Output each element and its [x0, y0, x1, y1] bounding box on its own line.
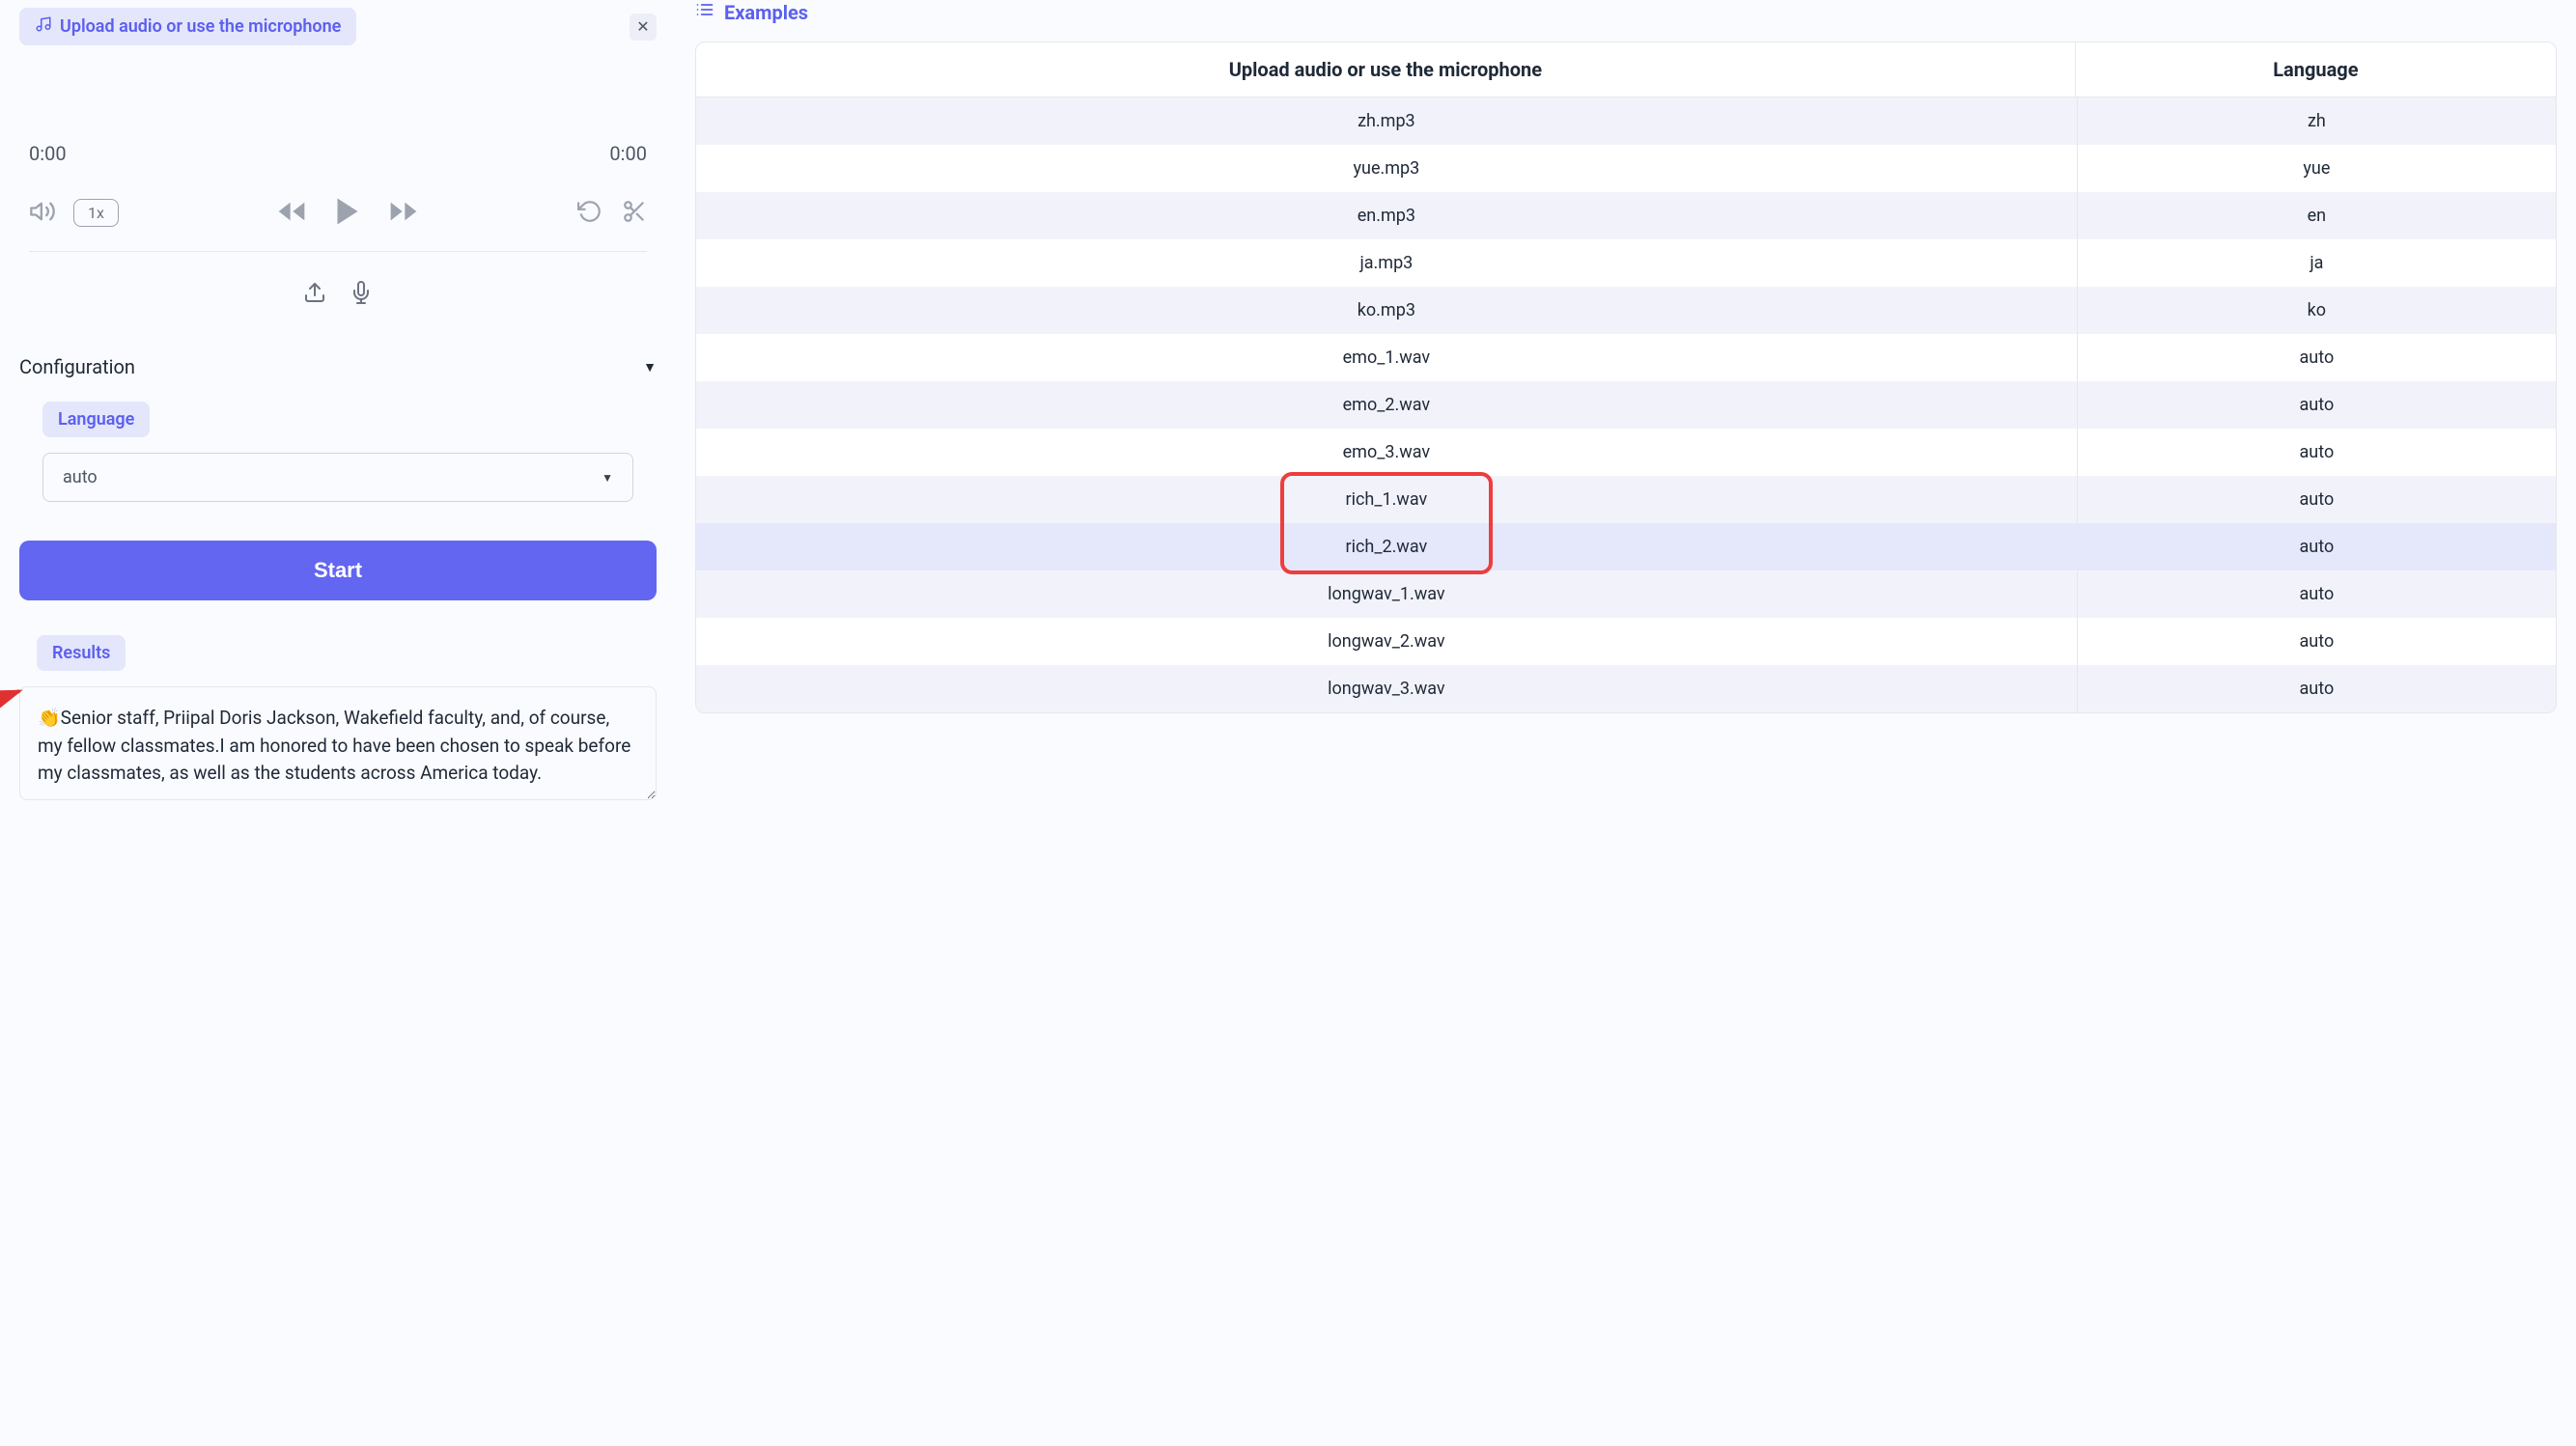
table-row[interactable]: zh.mp3zh: [696, 97, 2556, 145]
microphone-button[interactable]: [350, 281, 373, 307]
table-cell-language: en: [2078, 192, 2556, 239]
examples-header-row: Upload audio or use the microphone Langu…: [696, 42, 2556, 97]
table-row[interactable]: longwav_2.wavauto: [696, 618, 2556, 665]
right-panel: Examples Upload audio or use the microph…: [695, 0, 2557, 800]
table-cell-file: ja.mp3: [696, 239, 2078, 287]
language-select[interactable]: auto ▼: [42, 453, 633, 502]
play-button[interactable]: [330, 194, 365, 232]
table-cell-language: auto: [2078, 665, 2556, 712]
results-output[interactable]: 👏Senior staff, Priipal Doris Jackson, Wa…: [19, 686, 657, 800]
examples-table: Upload audio or use the microphone Langu…: [695, 42, 2557, 713]
scissors-icon: [622, 199, 647, 227]
rewind-icon: [276, 196, 307, 230]
start-button[interactable]: Start: [19, 541, 657, 600]
table-cell-file: rich_2.wav: [696, 523, 2078, 570]
table-cell-language: yue: [2078, 145, 2556, 192]
music-note-icon: [35, 15, 52, 38]
list-icon: [695, 0, 714, 24]
upload-label-text: Upload audio or use the microphone: [60, 16, 341, 37]
player-left-controls: 1x: [29, 198, 119, 228]
table-row[interactable]: ko.mp3ko: [696, 287, 2556, 334]
forward-button[interactable]: [388, 196, 419, 230]
table-row[interactable]: rich_1.wavauto: [696, 476, 2556, 523]
table-cell-language: auto: [2078, 570, 2556, 618]
upload-audio-label: Upload audio or use the microphone: [19, 8, 356, 45]
column-header-language: Language: [2076, 42, 2556, 97]
table-row[interactable]: emo_3.wavauto: [696, 429, 2556, 476]
language-label: Language: [42, 402, 150, 437]
results-label: Results: [37, 635, 126, 671]
table-row[interactable]: longwav_3.wavauto: [696, 665, 2556, 712]
table-cell-language: auto: [2078, 618, 2556, 665]
table-row[interactable]: emo_2.wavauto: [696, 381, 2556, 429]
table-cell-file: zh.mp3: [696, 97, 2078, 145]
table-cell-file: en.mp3: [696, 192, 2078, 239]
table-cell-file: longwav_2.wav: [696, 618, 2078, 665]
table-cell-file: ko.mp3: [696, 287, 2078, 334]
audio-player: 0:00 0:00 1x: [19, 45, 657, 336]
table-row[interactable]: en.mp3en: [696, 192, 2556, 239]
chevron-down-icon: ▼: [643, 359, 657, 375]
upload-file-button[interactable]: [303, 281, 326, 307]
forward-icon: [388, 196, 419, 230]
player-controls: 1x: [29, 194, 647, 232]
table-cell-language: zh: [2078, 97, 2556, 145]
table-cell-language: auto: [2078, 523, 2556, 570]
table-row[interactable]: longwav_1.wavauto: [696, 570, 2556, 618]
results-emoji: 👏: [38, 707, 61, 729]
table-cell-file: longwav_3.wav: [696, 665, 2078, 712]
table-cell-language: ko: [2078, 287, 2556, 334]
table-row[interactable]: yue.mp3yue: [696, 145, 2556, 192]
reset-icon: [577, 199, 602, 227]
rewind-button[interactable]: [276, 196, 307, 230]
table-cell-file: longwav_1.wav: [696, 570, 2078, 618]
table-cell-file: rich_1.wav: [696, 476, 2078, 523]
language-value: auto: [63, 467, 98, 487]
table-cell-language: auto: [2078, 334, 2556, 381]
volume-button[interactable]: [29, 198, 56, 228]
table-cell-file: emo_1.wav: [696, 334, 2078, 381]
player-center-controls: [276, 194, 419, 232]
examples-title: Examples: [724, 1, 808, 24]
volume-icon: [29, 198, 56, 228]
examples-header: Examples: [695, 0, 2557, 24]
upload-icon: [303, 281, 326, 307]
table-cell-file: emo_2.wav: [696, 381, 2078, 429]
upload-actions: [29, 271, 647, 317]
configuration-header[interactable]: Configuration ▼: [19, 355, 657, 378]
divider: [29, 251, 647, 252]
player-start-time: 0:00: [29, 142, 67, 165]
table-cell-language: auto: [2078, 381, 2556, 429]
configuration-title: Configuration: [19, 355, 135, 378]
table-row[interactable]: rich_2.wavauto: [696, 523, 2556, 570]
close-icon: ✕: [636, 17, 649, 37]
reset-button[interactable]: [577, 199, 602, 227]
play-icon: [330, 194, 365, 232]
close-button[interactable]: ✕: [630, 14, 657, 41]
table-cell-language: ja: [2078, 239, 2556, 287]
results-text: Senior staff, Priipal Doris Jackson, Wak…: [38, 707, 630, 784]
microphone-icon: [350, 281, 373, 307]
player-right-controls: [577, 199, 647, 227]
speed-badge[interactable]: 1x: [73, 199, 119, 227]
player-end-time: 0:00: [609, 142, 647, 165]
column-header-audio: Upload audio or use the microphone: [696, 42, 2076, 97]
table-cell-language: auto: [2078, 476, 2556, 523]
left-panel: Upload audio or use the microphone ✕ 0:0…: [19, 0, 657, 800]
table-cell-file: emo_3.wav: [696, 429, 2078, 476]
table-row[interactable]: emo_1.wavauto: [696, 334, 2556, 381]
caret-down-icon: ▼: [602, 471, 613, 485]
trim-button[interactable]: [622, 199, 647, 227]
table-cell-language: auto: [2078, 429, 2556, 476]
table-row[interactable]: ja.mp3ja: [696, 239, 2556, 287]
table-cell-file: yue.mp3: [696, 145, 2078, 192]
upload-header: Upload audio or use the microphone ✕: [19, 8, 657, 45]
player-times: 0:00 0:00: [29, 142, 647, 165]
